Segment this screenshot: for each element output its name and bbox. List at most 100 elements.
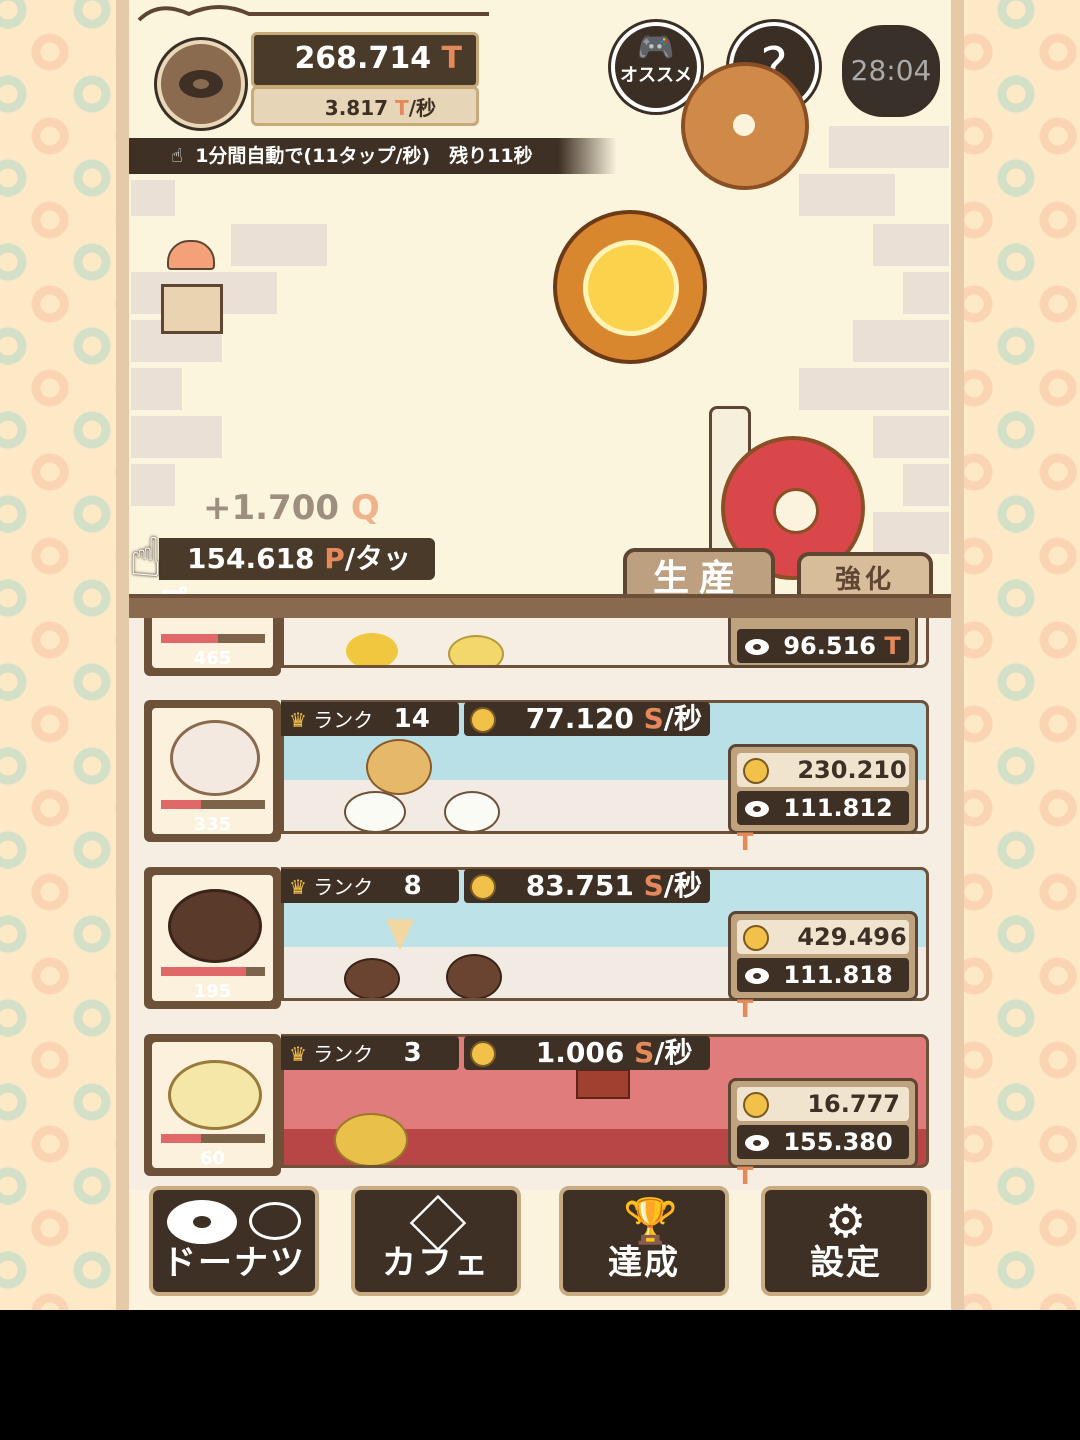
game-screen[interactable]: 268.714 T 3.817 T/秒 🎮 オススメ ? 28:04 ☝ 1分間… [129,0,951,1310]
upgrade-cost-value: 16.777 [807,1090,900,1118]
wall-brick [851,318,951,364]
donut-cost: 96.516 T [737,629,909,663]
ice-cream-icon [386,919,414,950]
production-row[interactable]: 335 ♛ ランク 14 77.120 S/秒 230.210 111.812 … [144,700,929,856]
rank-tag: ♛ ランク 3 [281,1036,459,1070]
hand-icon: ☝ [171,145,183,167]
per-tap-unit: P [324,542,345,575]
rate-value: 1.006 [535,1036,625,1069]
rate-suffix: /秒 [408,96,436,120]
purchase-box[interactable]: 429.496 R 111.818 T [728,911,918,1023]
coin-icon [470,707,496,733]
donut-icon [745,1135,769,1151]
rate-value: 83.751 [525,869,634,902]
progress-bar [161,800,265,809]
production-list[interactable]: 465 96.516 T 335 ♛ ランク 14 77.120 S/秒 230… [129,618,951,1190]
timer-text: 28:04 [850,54,932,87]
donut-count: 195 [193,981,232,1002]
gamepad-star-icon: 🎮 [637,30,675,65]
rate-unit: S [634,1036,655,1069]
wall-brick [871,222,951,268]
chocolate-donut-icon [168,889,262,963]
production-row[interactable]: 195 ♛ ランク 8 83.751 S/秒 429.496 111.818 T [144,867,929,1023]
tab-production-label: 生産 [652,558,745,599]
progress-fill [161,634,219,643]
salmon-donut-icon [170,720,260,796]
cost-value: 96.516 [783,632,876,660]
donut-currency-icon [157,40,245,128]
donut-cost: 111.818 T [737,958,909,1023]
nav-cafe-label: カフェ [382,1243,490,1283]
donut-thumbnail[interactable]: 60 [144,1034,281,1176]
production-row[interactable]: 60 ♛ ランク 3 1.006 S/秒 16.777 R [144,1034,929,1190]
timer-clock[interactable]: 28:04 [845,28,937,114]
gold-donut-icon [334,1113,408,1165]
parachute-icon [167,240,215,270]
upgrade-cost-value: 429.496 [797,923,907,951]
total-unit: T [441,41,462,76]
donut-cost-unit: T [737,995,754,1023]
supply-drop-box[interactable] [159,240,223,334]
wall-brick [797,172,897,218]
total-donuts-display: 268.714 T [251,32,479,88]
rank-label: ランク [313,875,374,899]
donut-cost-unit: T [737,1162,754,1190]
production-rate: 1.006 S/秒 [464,1036,710,1070]
pointer-hand-icon: ☝ [129,526,162,589]
rank-tag: ♛ ランク 8 [281,869,459,903]
wall-brick [871,414,951,460]
crown-icon: ♛ [289,1042,307,1066]
coin-icon [743,758,769,784]
recommend-label: オススメ [620,65,692,86]
cost-unit: T [884,632,901,660]
production-rate: 77.120 S/秒 [464,702,710,736]
donut-cost: 111.812 T [737,791,909,856]
nav-cafe-button[interactable]: カフェ [351,1186,521,1296]
production-row[interactable]: 465 96.516 T [144,618,929,676]
crown-cake-donut-icon [168,1060,262,1130]
lemon-donut-icon [448,635,504,665]
wall-brick [871,510,951,556]
sign-ornament [137,5,489,22]
purchase-box[interactable]: 230.210 R 111.812 T [728,744,918,856]
donut-cost-unit: T [737,828,754,856]
wall-brick [129,366,184,412]
donut-thumbnail[interactable]: 335 [144,700,281,842]
nav-achievements-button[interactable]: 🏆 達成 [559,1186,729,1296]
nav-settings-button[interactable]: ⚙ 設定 [761,1186,931,1296]
per-tap-display: 154.618 P/タップ [159,538,435,617]
wall-brick [229,222,329,268]
rank-label: ランク [313,708,374,732]
popup-value: +1.700 [203,488,340,528]
wall-brick [129,462,177,508]
purchase-box[interactable]: 96.516 T [728,618,918,668]
wall-brick [901,270,951,316]
steamer-icon [366,739,432,795]
rank-label: ランク [313,1042,374,1066]
rate-unit: S [643,869,664,902]
rate-value: 3.817 [324,96,389,120]
orange-glazed-donut[interactable] [553,210,707,364]
purchase-box[interactable]: 16.777 R 155.380 T [728,1078,918,1190]
pineapple-donut-icon [346,633,398,665]
rank-tag: ♛ ランク 14 [281,702,459,736]
wall-brick [797,366,951,412]
rice-donut-icon [344,791,406,831]
per-tap-value: 154.618 [187,542,315,575]
rank-value: 3 [403,1038,422,1068]
rank-value: 14 [393,704,430,734]
nav-donuts-button[interactable]: ドーナツ [149,1186,319,1296]
donut-icon [745,639,769,655]
wall-brick [827,124,951,170]
donut-icon [745,801,769,817]
donut-count: 335 [193,814,232,835]
auto-tap-text: 1分間自動で(11タップ/秒) 残り11秒 [195,145,533,167]
rate-suffix: /秒 [663,869,702,902]
donut-thumbnail[interactable]: 465 [144,618,281,676]
rate-display: 3.817 T/秒 [251,86,479,126]
rate-suffix: /秒 [663,702,702,735]
production-rate: 83.751 S/秒 [464,869,710,903]
progress-bar [161,634,265,643]
donut-thumbnail[interactable]: 195 [144,867,281,1009]
rate-value: 77.120 [525,702,634,735]
